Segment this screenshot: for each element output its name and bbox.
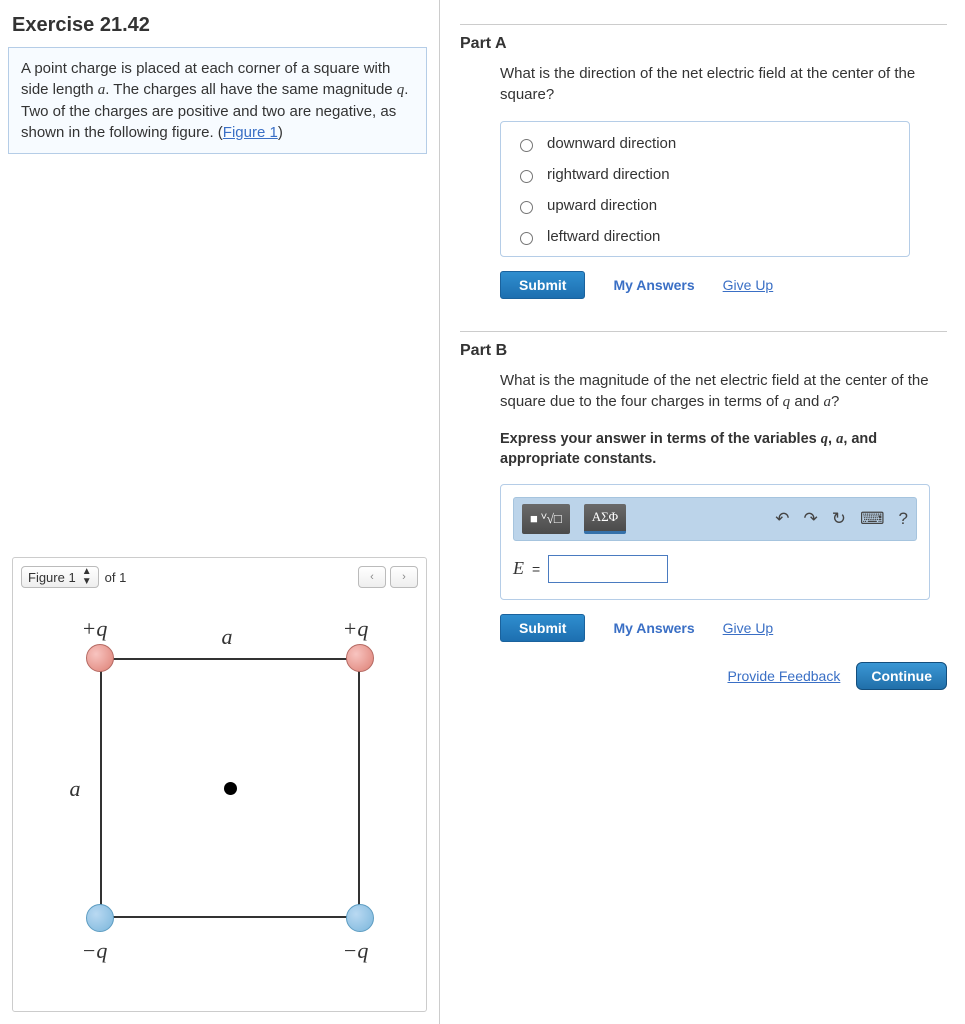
undo-icon[interactable]: ↶	[775, 509, 789, 529]
option-upward[interactable]: upward direction	[501, 190, 909, 221]
figure-selector-label: Figure 1	[28, 570, 76, 585]
label-tl: +q	[82, 616, 108, 642]
figure-selector[interactable]: Figure 1 ▲▼	[21, 566, 99, 588]
dropdown-caret-icon: ▲▼	[82, 567, 92, 587]
part-a-title: Part A	[460, 35, 947, 53]
problem-text: . The charges all have the same magnitud…	[105, 81, 397, 98]
my-answers-link-a[interactable]: My Answers	[613, 277, 694, 293]
label-br: −q	[343, 938, 369, 964]
charge-top-right	[346, 644, 374, 672]
q-text: and	[790, 393, 823, 410]
answer-input[interactable]	[548, 555, 668, 583]
equation-variable: E	[513, 558, 524, 579]
label-bl: −q	[82, 938, 108, 964]
option-label: rightward direction	[547, 166, 670, 183]
reset-icon[interactable]: ↻	[832, 509, 846, 529]
provide-feedback-link[interactable]: Provide Feedback	[728, 668, 841, 684]
option-label: downward direction	[547, 135, 676, 152]
divider	[460, 331, 947, 332]
var-q: q	[821, 431, 828, 447]
charge-top-left	[86, 644, 114, 672]
part-b-instructions: Express your answer in terms of the vari…	[500, 429, 947, 470]
problem-text: )	[278, 124, 283, 141]
option-downward[interactable]: downward direction	[501, 128, 909, 159]
give-up-link-a[interactable]: Give Up	[723, 277, 774, 293]
exercise-title: Exercise 21.42	[8, 8, 427, 47]
figure-count: of 1	[105, 570, 127, 585]
figure-prev-button[interactable]: ‹	[358, 566, 386, 588]
equals-sign: =	[532, 561, 540, 577]
var-a: a	[824, 394, 832, 410]
option-leftward[interactable]: leftward direction	[501, 221, 909, 252]
radio-upward[interactable]	[520, 201, 533, 214]
template-tool[interactable]: ■ ⱽ√□	[522, 504, 570, 534]
instr-text: ,	[828, 431, 836, 447]
help-icon[interactable]: ?	[899, 509, 908, 529]
option-label: upward direction	[547, 197, 657, 214]
submit-button-a[interactable]: Submit	[500, 271, 585, 299]
part-b-question: What is the magnitude of the net electri…	[500, 370, 947, 413]
radio-leftward[interactable]	[520, 232, 533, 245]
part-a-options: downward direction rightward direction u…	[500, 121, 910, 257]
symbols-tool[interactable]: ΑΣΦ	[584, 504, 626, 534]
figure-next-button[interactable]: ›	[390, 566, 418, 588]
charge-bottom-left	[86, 904, 114, 932]
charge-bottom-right	[346, 904, 374, 932]
option-rightward[interactable]: rightward direction	[501, 159, 909, 190]
option-label: leftward direction	[547, 228, 660, 245]
center-point	[224, 782, 237, 795]
instr-text: Express your answer in terms of the vari…	[500, 431, 821, 447]
label-top-side: a	[222, 624, 233, 650]
answer-panel: ■ ⱽ√□ ΑΣΦ ↶ ↷ ↻ ⌨ ? E =	[500, 484, 930, 600]
part-a-question: What is the direction of the net electri…	[500, 63, 947, 105]
figure-panel: Figure 1 ▲▼ of 1 ‹ › +q +q −q −q	[12, 557, 427, 1012]
q-text: What is the magnitude of the net electri…	[500, 372, 929, 410]
problem-statement: A point charge is placed at each corner …	[8, 47, 427, 154]
submit-button-b[interactable]: Submit	[500, 614, 585, 642]
give-up-link-b[interactable]: Give Up	[723, 620, 774, 636]
label-left-side: a	[70, 776, 81, 802]
radio-downward[interactable]	[520, 139, 533, 152]
divider	[460, 24, 947, 25]
radio-rightward[interactable]	[520, 170, 533, 183]
redo-icon[interactable]: ↷	[803, 509, 817, 529]
my-answers-link-b[interactable]: My Answers	[613, 620, 694, 636]
equation-toolbar: ■ ⱽ√□ ΑΣΦ ↶ ↷ ↻ ⌨ ?	[513, 497, 917, 541]
continue-button[interactable]: Continue	[856, 662, 947, 690]
q-text: ?	[831, 393, 839, 410]
part-b-title: Part B	[460, 342, 947, 360]
label-tr: +q	[343, 616, 369, 642]
keyboard-icon[interactable]: ⌨	[860, 509, 885, 529]
figure-link[interactable]: Figure 1	[223, 124, 278, 141]
figure-canvas: +q +q −q −q a a	[30, 598, 410, 998]
